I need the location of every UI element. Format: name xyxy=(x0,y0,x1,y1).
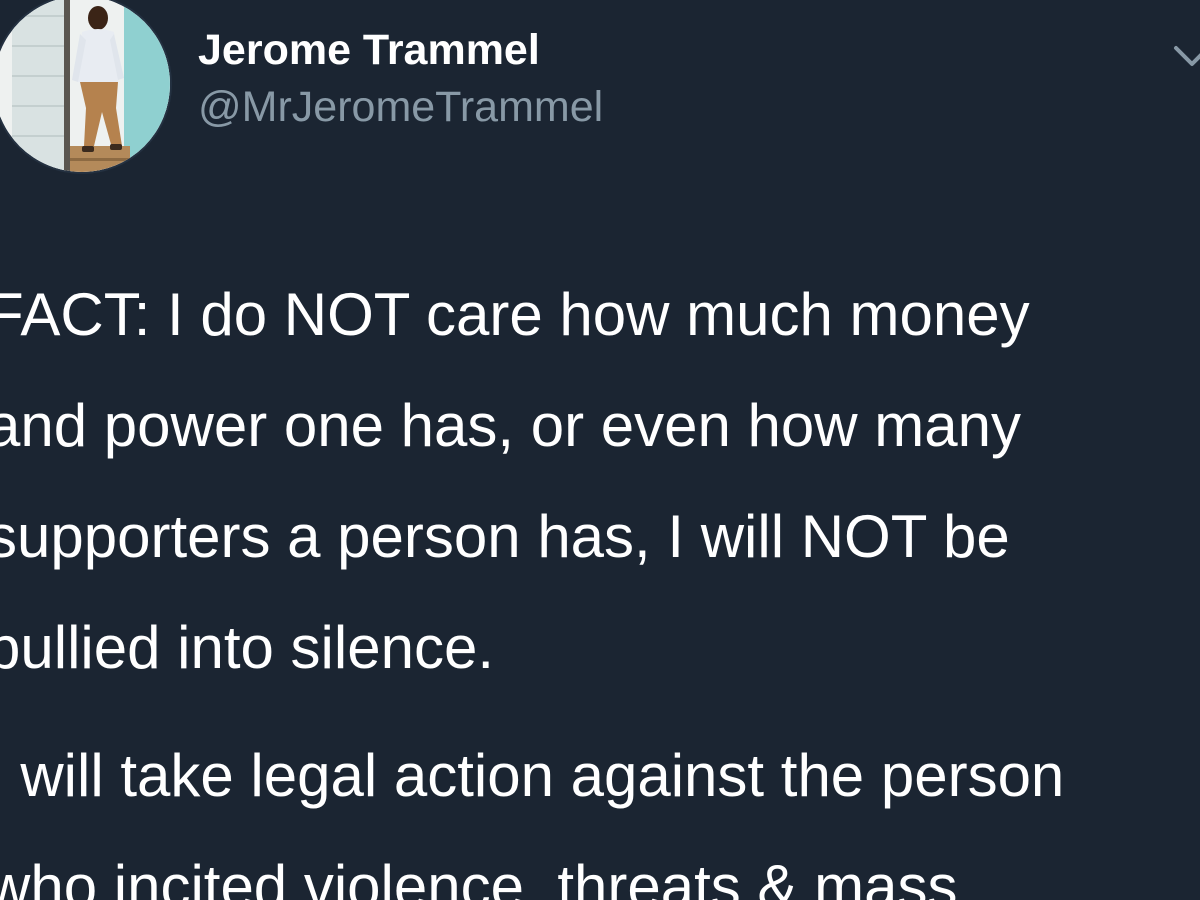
tweet-paragraph: FACT: I do NOT care how much money and p… xyxy=(0,259,1200,703)
tweet-paragraph: I will take legal action against the per… xyxy=(0,720,1200,900)
tweet-text: FACT: I do NOT care how much money and p… xyxy=(0,259,1200,900)
avatar-photo-icon xyxy=(0,0,170,172)
chevron-down-icon[interactable] xyxy=(1170,34,1200,78)
tweet-line: FACT: I do NOT care how much money xyxy=(0,281,1030,348)
tweet-line: I will take legal action against the per… xyxy=(0,742,1065,809)
author-avatar[interactable] xyxy=(0,0,170,172)
tweet-line: who incited violence, threats & mass xyxy=(0,853,958,900)
tweet-line: supporters a person has, I will NOT be xyxy=(0,503,1010,570)
tweet-screenshot: Jerome Trammel @MrJeromeTrammel FACT: I … xyxy=(0,0,1200,900)
tweet-line: and power one has, or even how many xyxy=(0,392,1021,459)
tweet-line: bullied into silence. xyxy=(0,614,494,681)
author-display-name[interactable]: Jerome Trammel xyxy=(198,22,603,78)
author-handle[interactable]: @MrJeromeTrammel xyxy=(198,78,603,136)
tweet-author[interactable]: Jerome Trammel @MrJeromeTrammel xyxy=(198,22,603,136)
